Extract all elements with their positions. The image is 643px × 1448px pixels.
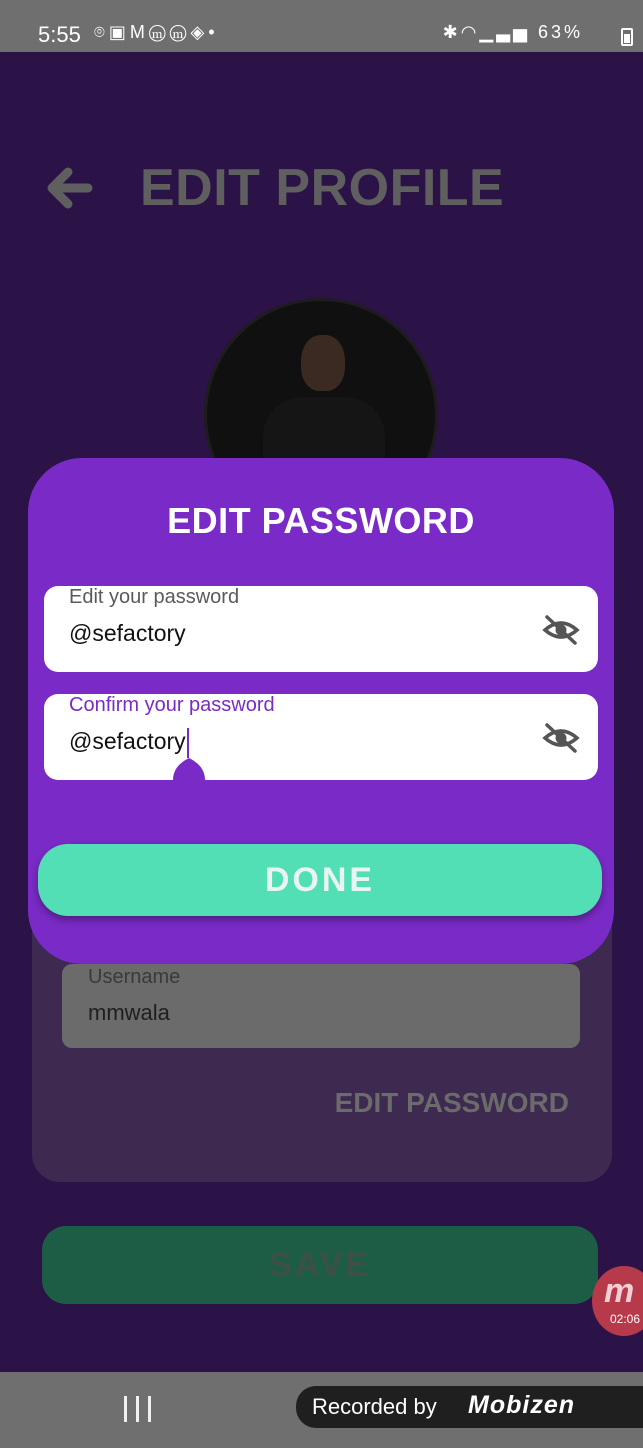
password-field[interactable]: Edit your password @sefactory <box>44 586 598 672</box>
recorder-time: 02:06 <box>610 1312 641 1326</box>
dot-icon: • <box>208 22 219 42</box>
wifi-icon: ◠ <box>460 22 480 42</box>
photo-icon: ▣ <box>108 22 130 42</box>
recorder-banner: Recorded by Mobizen <box>296 1386 643 1428</box>
text-selection-handle[interactable] <box>173 758 205 780</box>
done-label: DONE <box>264 860 376 899</box>
confirm-password-input[interactable]: @sefactory <box>69 728 189 758</box>
m-app-icon: ⓜ <box>169 22 191 42</box>
edit-password-link[interactable]: EDIT PASSWORD <box>335 1087 569 1119</box>
recorder-bubble[interactable]: m 02:06 <box>592 1266 643 1336</box>
confirm-password-label: Confirm your password <box>69 694 275 716</box>
system-icons: ✱◠▁▃▅ 63% <box>443 22 583 43</box>
arrow-left-icon[interactable] <box>40 160 96 216</box>
maps-icon: ◈ <box>190 22 209 42</box>
notification-icons: ⌾▣Mⓜⓜ◈• <box>94 22 219 43</box>
recents-icon[interactable] <box>124 1396 152 1422</box>
confirm-password-value: @sefactory <box>69 728 186 755</box>
gmail-icon: M <box>129 22 149 42</box>
signal-icon: ▁▃▅ <box>479 22 530 42</box>
status-bar: 5:55 ⌾▣Mⓜⓜ◈• ✱◠▁▃▅ 63% <box>0 0 643 52</box>
recorder-text: Recorded by <box>312 1394 437 1419</box>
avatar-head <box>301 335 345 391</box>
mobizen-icon: m <box>604 1272 635 1310</box>
text-cursor <box>186 728 189 758</box>
dialog-title: EDIT PASSWORD <box>167 500 475 541</box>
username-value: mmwala <box>88 1000 170 1025</box>
status-time: 5:55 <box>38 22 81 47</box>
save-button[interactable]: SAVE <box>42 1226 598 1304</box>
battery-icon <box>621 28 633 46</box>
bluetooth-icon: ✱ <box>442 22 461 42</box>
done-button[interactable]: DONE <box>38 844 602 916</box>
password-label: Edit your password <box>69 586 240 608</box>
page-title: EDIT PROFILE <box>140 159 505 217</box>
visibility-off-icon[interactable] <box>542 722 580 754</box>
save-label: SAVE <box>268 1245 372 1284</box>
visibility-off-icon[interactable] <box>542 614 580 646</box>
battery-percent: 63% <box>537 22 583 42</box>
confirm-password-field[interactable]: Confirm your password @sefactory <box>44 694 598 780</box>
password-value[interactable]: @sefactory <box>69 620 186 647</box>
edit-password-dialog: EDIT PASSWORD Edit your password @sefact… <box>28 458 614 964</box>
m-app-icon: ⓜ <box>148 22 170 42</box>
mobizen-logo: Mobizen <box>468 1391 575 1419</box>
location-icon: ⌾ <box>94 22 109 42</box>
username-label: Username <box>88 966 181 988</box>
username-field[interactable]: Username mmwala <box>62 964 580 1048</box>
